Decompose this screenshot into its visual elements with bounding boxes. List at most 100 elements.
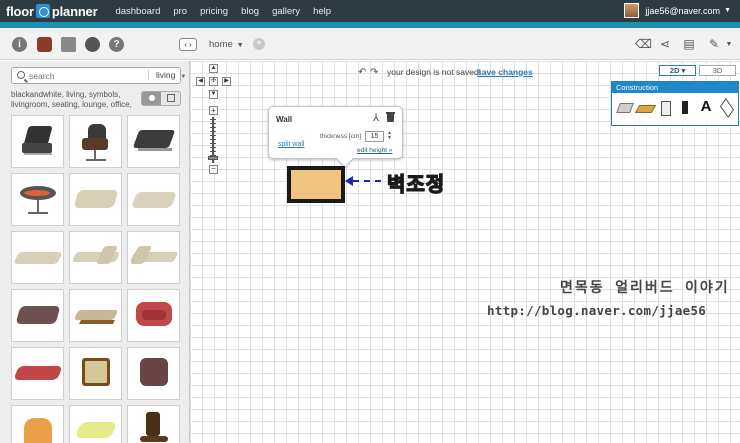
category-value: living (156, 70, 176, 80)
watermark-name: 면목동 얼리버드 이야기 (560, 280, 730, 296)
pan-down-icon[interactable]: ▼ (209, 90, 218, 99)
furniture-item-beige-sofa[interactable] (69, 173, 122, 226)
furniture-item-beige-long-sofa[interactable] (11, 231, 64, 284)
chevron-down-icon: ▼ (180, 74, 187, 80)
furniture-item-wooden-armchair[interactable] (69, 347, 122, 400)
construction-tools: A (612, 93, 738, 116)
zoom-out-icon[interactable]: − (209, 165, 218, 174)
furniture-item-wood-chaise[interactable] (69, 289, 122, 342)
furniture-item-red-armchair[interactable] (127, 289, 180, 342)
watermark-url: http://blog.naver.com/jjae56 (487, 303, 707, 318)
furniture-item-maroon-armchair[interactable] (127, 347, 180, 400)
pan-up-icon[interactable]: ▲ (209, 64, 218, 73)
thickness-input[interactable] (365, 131, 384, 142)
floorplan-canvas[interactable]: ▲ ◀ ✣ ▶ ▼ + − ↶ ↷ your design is not sav… (190, 61, 740, 443)
annotation-label: 벽조정 (386, 171, 446, 196)
add-level-icon[interactable]: + (253, 38, 265, 50)
nav-gallery[interactable]: gallery (272, 6, 300, 17)
floorplanner-logo[interactable]: floor planner (6, 3, 98, 19)
surface-icon[interactable] (718, 99, 735, 115)
pan-center-icon[interactable]: ✣ (209, 77, 218, 86)
search-icon (17, 71, 25, 79)
furniture-item-round-lounge-chair[interactable] (11, 173, 64, 226)
view-3d-thumbnails[interactable] (142, 92, 161, 105)
draw-floor-icon[interactable] (636, 99, 653, 115)
logo-text-right: planner (51, 3, 98, 19)
construction-panel: Construction A (611, 81, 739, 126)
furniture-item-wood-rocking-chair[interactable] (127, 405, 180, 443)
selected-wall[interactable] (287, 166, 345, 203)
wall-properties-popup: Wall ⅄ thickness [cm] ▲▼ split wall edit… (268, 106, 403, 169)
text-tool-icon[interactable]: A (698, 99, 715, 115)
photo-icon[interactable] (61, 37, 76, 52)
avatar (624, 3, 640, 18)
construction-panel-title: Construction (612, 82, 738, 93)
view-2d-symbols[interactable] (161, 92, 180, 105)
search-input[interactable] (29, 69, 139, 82)
furniture-library-icon[interactable] (37, 37, 52, 52)
wall-popup-title: Wall (276, 115, 293, 124)
toolbar: i ? ‹ › home ▼ + ⌫ ⋖ ▤ ✎ ▼ (0, 28, 740, 60)
thickness-label: thickness [cm] (320, 133, 362, 140)
nav-pro[interactable]: pro (173, 6, 187, 17)
pan-right-icon[interactable]: ▶ (222, 77, 231, 86)
furniture-grid (11, 115, 180, 443)
share-icon[interactable]: ⋖ (658, 38, 672, 51)
info-icon[interactable]: i (12, 37, 27, 52)
furniture-item-beige-loveseat[interactable] (127, 173, 180, 226)
furniture-item-beige-corner-sofa[interactable] (69, 231, 122, 284)
breadcrumb-home: home (209, 39, 233, 50)
chevron-down-icon: ▼ (236, 42, 244, 49)
nav-pricing[interactable]: pricing (200, 6, 228, 17)
nav-help[interactable]: help (313, 6, 331, 17)
furniture-item-beige-l-sofa[interactable] (127, 231, 180, 284)
logo-mark-icon (35, 4, 50, 18)
save-changes-link[interactable]: save changes (477, 67, 533, 77)
split-wall-link[interactable]: split wall (278, 141, 304, 148)
trash-icon[interactable] (386, 112, 395, 122)
furniture-item-eames-lounge-chair[interactable] (69, 115, 122, 168)
edit-height-link[interactable]: edit height » (357, 147, 392, 154)
furniture-item-red-long-sofa[interactable] (11, 347, 64, 400)
main-nav: dashboard pro pricing blog gallery help (115, 6, 344, 17)
furniture-item-orange-tub-chair[interactable] (11, 405, 64, 443)
nav-blog[interactable]: blog (241, 6, 259, 17)
undo-icon[interactable]: ↶ (358, 67, 366, 78)
nav-dashboard[interactable]: dashboard (115, 6, 160, 17)
draw-room-icon[interactable] (616, 99, 633, 115)
clear-all-bomb-icon[interactable] (85, 37, 100, 52)
window-icon[interactable] (677, 99, 694, 115)
pan-left-icon[interactable]: ◀ (196, 77, 205, 86)
level-selector[interactable]: home ▼ (209, 39, 244, 50)
eraser-icon[interactable]: ⌫ (635, 38, 652, 51)
furniture-item-leather-lounge-chair[interactable] (11, 115, 64, 168)
thickness-stepper[interactable]: ▲ ▼ (386, 131, 393, 142)
user-email: jjae56@naver.com (645, 5, 721, 16)
annotation-arrow (345, 176, 381, 186)
wrench-icon[interactable]: ✎ (707, 38, 721, 51)
user-menu[interactable]: jjae56@naver.com ▼ (624, 3, 731, 18)
library-view-toggle (141, 91, 181, 106)
category-select[interactable]: living ▼ (148, 70, 186, 80)
split-wall-icon[interactable]: ⅄ (373, 113, 379, 124)
zoom-in-icon[interactable]: + (209, 106, 218, 115)
top-nav-bar: floor planner dashboard pro pricing blog… (0, 0, 740, 22)
print-icon[interactable]: ▤ (682, 38, 696, 51)
help-icon[interactable]: ? (109, 37, 124, 52)
furniture-item-brown-sofa[interactable] (11, 289, 64, 342)
toggle-sidebar-button[interactable]: ‹ › (179, 38, 197, 51)
view-2d-button[interactable]: 2D ▾ (659, 65, 696, 76)
tag-list: blackandwhite, living, symbols, livingro… (11, 90, 132, 109)
zoom-slider-thumb[interactable] (208, 156, 218, 160)
redo-icon[interactable]: ↷ (370, 67, 378, 78)
logo-text-left: floor (6, 3, 34, 19)
chevron-down-icon: ▼ (724, 7, 731, 14)
save-status-message: your design is not saved! (387, 67, 482, 77)
door-icon[interactable] (657, 99, 674, 116)
zoom-slider-ticks (210, 119, 216, 159)
chevron-down-icon[interactable]: ▼ (722, 38, 736, 51)
furniture-library-panel: living ▼ blackandwhite, living, symbols, … (0, 61, 190, 443)
furniture-item-modern-lounge-chair[interactable] (127, 115, 180, 168)
view-3d-button[interactable]: 3D (699, 65, 736, 76)
furniture-item-lime-chaise[interactable] (69, 405, 122, 443)
